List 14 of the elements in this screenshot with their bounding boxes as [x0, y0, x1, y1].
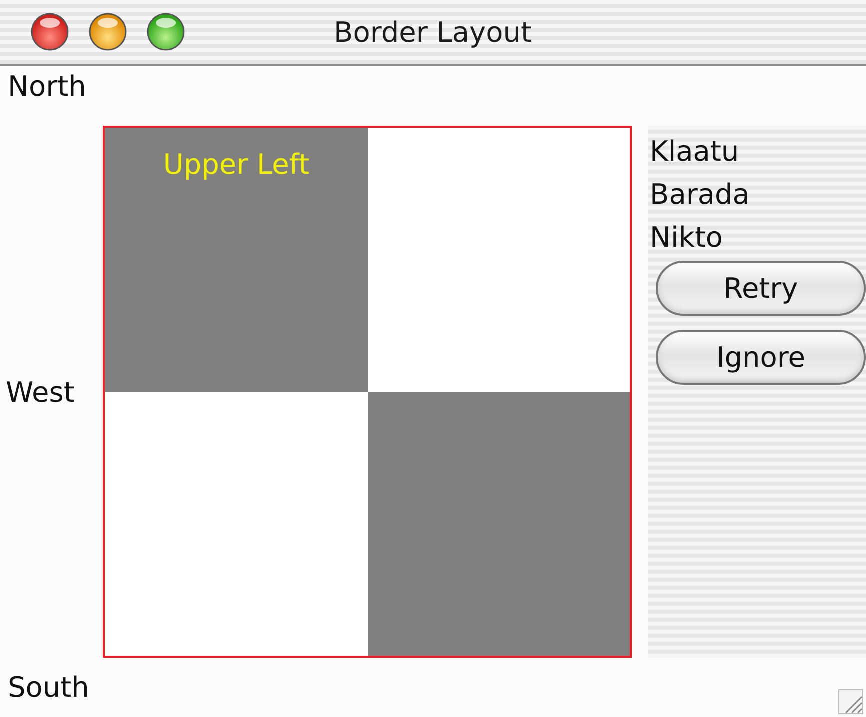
cell-label: Upper Left — [163, 148, 310, 181]
minimize-button-icon[interactable] — [88, 12, 128, 52]
north-label: North — [8, 70, 86, 103]
side-label: Nikto — [649, 220, 724, 256]
south-label: South — [8, 671, 90, 704]
side-label: Barada — [649, 177, 750, 213]
close-button-icon[interactable] — [30, 12, 70, 52]
side-label: Klaatu — [649, 134, 740, 170]
pill-button[interactable]: Ignore — [656, 330, 866, 385]
zoom-button-icon[interactable] — [146, 12, 186, 52]
resize-grip-icon[interactable] — [838, 689, 864, 715]
west-label: West — [6, 376, 75, 408]
pill-button[interactable]: Retry — [656, 261, 866, 316]
window-title: Border Layout — [334, 16, 532, 48]
